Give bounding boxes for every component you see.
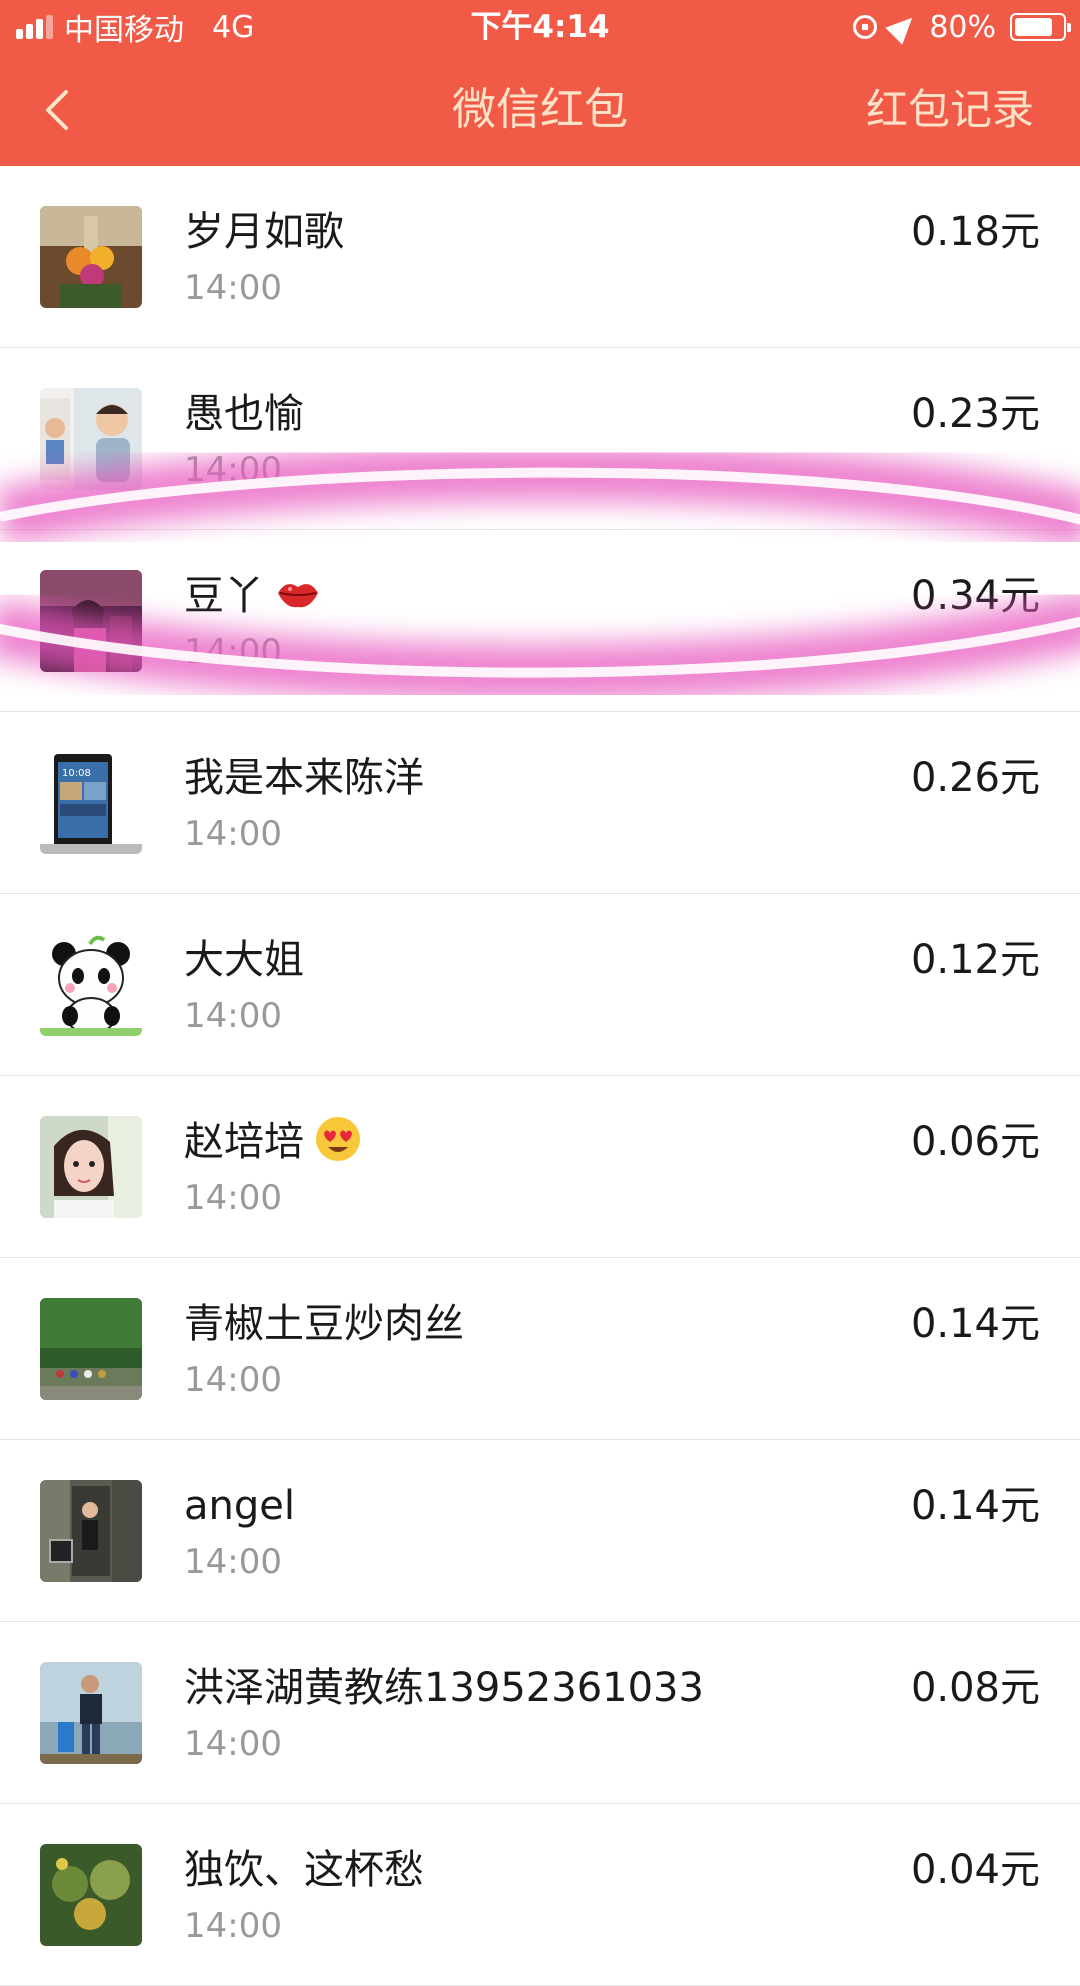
record-amount: 0.06元 — [910, 1119, 1040, 1165]
records-button[interactable]: 红包记录 — [866, 54, 1034, 166]
record-time: 14:00 — [184, 1542, 282, 1582]
record-time: 14:00 — [184, 1178, 282, 1218]
sender-name: 赵培培 — [184, 1114, 362, 1170]
record-amount: 0.08元 — [910, 1665, 1040, 1711]
sender-name-text: 豆丫 — [184, 573, 264, 619]
record-amount: 0.26元 — [910, 755, 1040, 801]
list-item[interactable]: 豆丫 14:00 0.34元 — [0, 530, 1080, 712]
battery-fill — [1015, 18, 1052, 36]
record-amount: 0.12元 — [910, 937, 1040, 983]
record-list: 岁月如歌 14:00 0.18元愚也愉 14:00 0.23元豆丫 14:00 0.34元 1… — [0, 166, 1080, 1986]
girl-photo-avatar — [40, 570, 142, 672]
list-item[interactable]: 赵培培 14:00 0.06元 — [0, 1076, 1080, 1258]
record-time: 14:00 — [184, 632, 282, 672]
status-bar: 中国移动 4G 下午4:14 80% — [0, 0, 1080, 54]
record-amount: 0.18元 — [910, 209, 1040, 255]
sender-name: 岁月如歌 — [184, 204, 344, 260]
sender-name-text: 独饮、这杯愁 — [184, 1847, 424, 1893]
status-right: 80% — [839, 8, 1071, 46]
record-time: 14:00 — [184, 450, 282, 490]
sender-name-text: 大大姐 — [184, 937, 304, 983]
plants-photo-avatar — [40, 1844, 142, 1946]
sender-name-text: 愚也愉 — [184, 391, 304, 437]
list-item[interactable]: 10:08 我是本来陈洋 14:00 0.26元 — [0, 712, 1080, 894]
sender-name-text: angel — [184, 1483, 295, 1529]
sender-name: angel — [184, 1478, 295, 1534]
man-lake-avatar — [40, 1662, 142, 1764]
list-item[interactable]: 愚也愉 14:00 0.23元 — [0, 348, 1080, 530]
phone-photo-avatar: 10:08 — [40, 752, 142, 854]
record-amount: 0.14元 — [910, 1483, 1040, 1529]
sender-name: 洪泽湖黄教练13952361033 — [184, 1660, 704, 1716]
woman-selfie-avatar — [40, 1116, 142, 1218]
sender-name-text: 我是本来陈洋 — [184, 755, 424, 801]
record-time: 14:00 — [184, 1360, 282, 1400]
list-item[interactable]: 青椒土豆炒肉丝 14:00 0.14元 — [0, 1258, 1080, 1440]
heart-eyes-icon — [314, 1115, 362, 1163]
flowers-photo-avatar — [40, 206, 142, 308]
location-arrow-icon — [885, 9, 921, 45]
list-item[interactable]: 洪泽湖黄教练13952361033 14:00 0.08元 — [0, 1622, 1080, 1804]
record-time: 14:00 — [184, 1724, 282, 1764]
sender-name: 大大姐 — [184, 932, 304, 988]
sender-name: 愚也愉 — [184, 386, 304, 442]
panda-cartoon-avatar — [40, 934, 142, 1036]
list-item[interactable]: 大大姐 14:00 0.12元 — [0, 894, 1080, 1076]
sender-name-text: 洪泽湖黄教练13952361033 — [184, 1665, 704, 1711]
sender-name: 豆丫 — [184, 568, 322, 624]
record-amount: 0.04元 — [910, 1847, 1040, 1893]
list-item[interactable]: 岁月如歌 14:00 0.18元 — [0, 166, 1080, 348]
record-time: 14:00 — [184, 1906, 282, 1946]
battery-percent: 80% — [929, 9, 996, 45]
record-amount: 0.14元 — [910, 1301, 1040, 1347]
orientation-lock-icon — [853, 15, 878, 39]
man-gate-avatar — [40, 1480, 142, 1582]
record-time: 14:00 — [184, 268, 282, 308]
sender-name: 独饮、这杯愁 — [184, 1842, 424, 1898]
sender-name: 我是本来陈洋 — [184, 750, 424, 806]
record-amount: 0.34元 — [910, 573, 1040, 619]
sender-name-text: 赵培培 — [184, 1119, 304, 1165]
header: 中国移动 4G 下午4:14 80% 微信红包 红包记录 — [0, 0, 1080, 166]
record-amount: 0.23元 — [910, 391, 1040, 437]
sender-name: 青椒土豆炒肉丝 — [184, 1296, 464, 1352]
svg-text:10:08: 10:08 — [62, 768, 91, 779]
record-time: 14:00 — [184, 996, 282, 1036]
child-photo-avatar — [40, 388, 142, 490]
kiss-lips-icon — [274, 569, 322, 617]
list-item[interactable]: angel 14:00 0.14元 — [0, 1440, 1080, 1622]
sender-name-text: 岁月如歌 — [184, 209, 344, 255]
list-item[interactable]: 独饮、这杯愁 14:00 0.04元 — [0, 1804, 1080, 1986]
sender-name-text: 青椒土豆炒肉丝 — [184, 1301, 464, 1347]
nav-bar: 微信红包 红包记录 — [0, 54, 1080, 166]
record-time: 14:00 — [184, 814, 282, 854]
battery-icon — [1010, 13, 1071, 41]
forest-cyclists-avatar — [40, 1298, 142, 1400]
